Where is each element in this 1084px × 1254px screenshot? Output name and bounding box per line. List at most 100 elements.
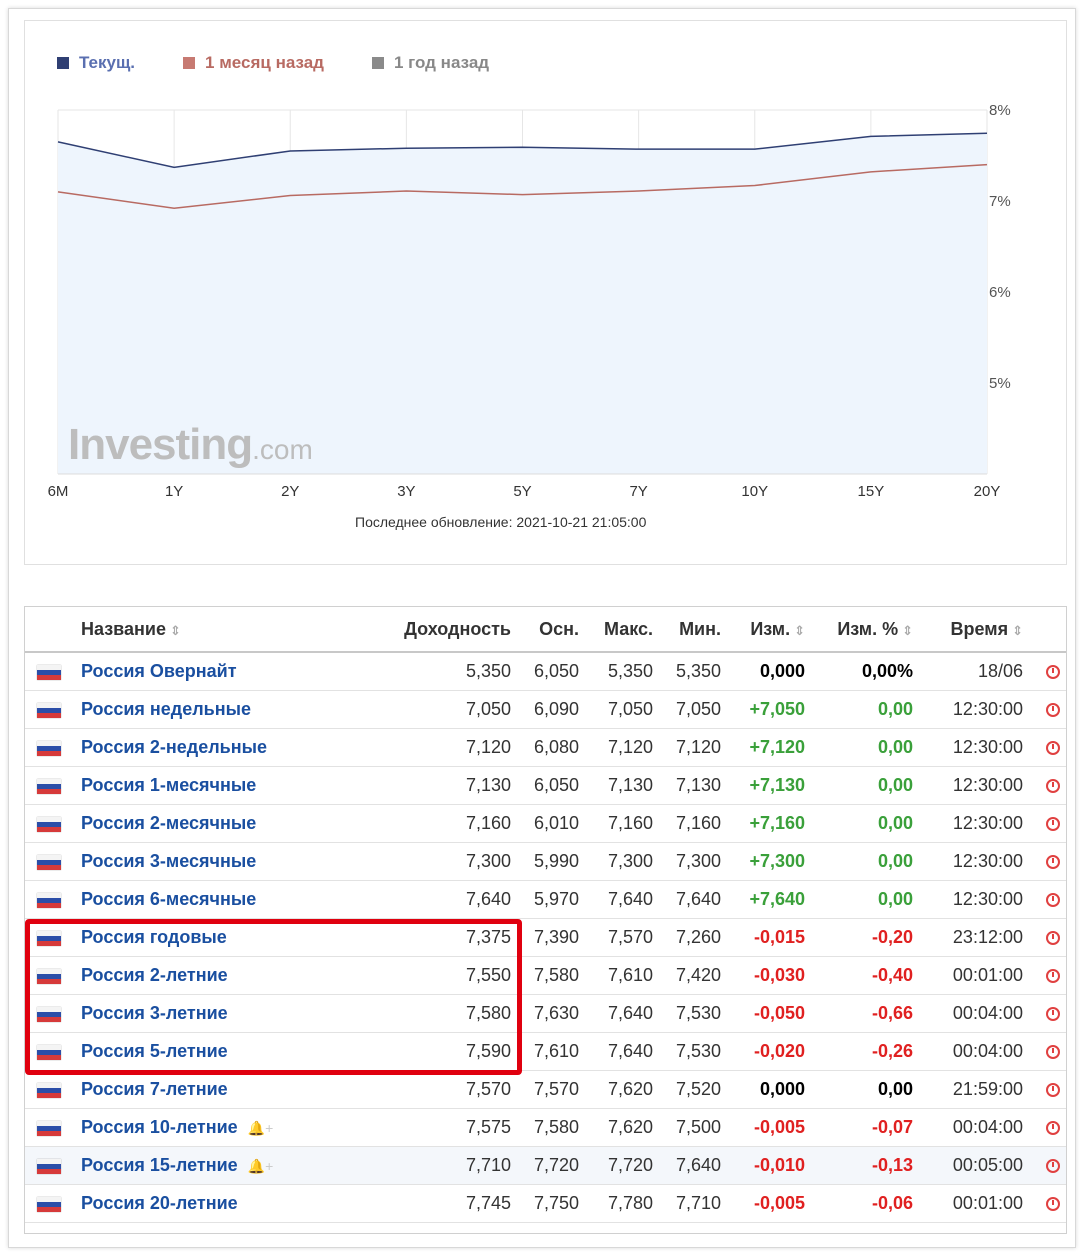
chg-cell: +7,160 bbox=[727, 804, 811, 843]
clock-icon[interactable] bbox=[1046, 855, 1060, 870]
clock-icon[interactable] bbox=[1046, 665, 1060, 680]
time-cell: 12:30:00 bbox=[919, 880, 1029, 919]
table-row[interactable]: Россия 6-месячные 7,640 5,970 7,640 7,640 +7,… bbox=[25, 880, 1066, 919]
clock-icon[interactable] bbox=[1046, 1007, 1060, 1022]
table-row[interactable]: Россия 7-летние 7,570 7,570 7,620 7,520 0,000… bbox=[25, 1070, 1066, 1109]
chg-cell: 0,000 bbox=[727, 652, 811, 691]
bond-name-link[interactable]: Россия 7-летние bbox=[81, 1079, 228, 1099]
header-name[interactable]: Название ⇕ bbox=[81, 607, 321, 653]
yield-cell: 7,550 bbox=[321, 956, 517, 995]
bond-name-cell: Россия 20-летние bbox=[81, 1184, 321, 1223]
header-yield[interactable]: Доходность bbox=[321, 607, 517, 653]
flag-cell bbox=[25, 1032, 81, 1071]
bond-name-link[interactable]: Россия недельные bbox=[81, 699, 251, 719]
bond-name-link[interactable]: Россия годовые bbox=[81, 927, 227, 947]
chg-pct-cell: -0,06 bbox=[811, 1184, 919, 1223]
table-row[interactable]: Россия 3-месячные 7,300 5,990 7,300 7,300 +7,… bbox=[25, 842, 1066, 881]
clock-icon[interactable] bbox=[1046, 1159, 1060, 1174]
clock-cell bbox=[1029, 918, 1066, 957]
clock-icon[interactable] bbox=[1046, 741, 1060, 756]
yield-cell: 7,590 bbox=[321, 1032, 517, 1071]
table-row[interactable]: Россия годовые 7,375 7,390 7,570 7,260 -0,015… bbox=[25, 918, 1066, 957]
bond-name-link[interactable]: Россия 10-летние bbox=[81, 1117, 238, 1137]
chg-cell: -0,005 bbox=[727, 1108, 811, 1147]
table-row[interactable]: Россия 1-месячные 7,130 6,050 7,130 7,130 +7,… bbox=[25, 766, 1066, 805]
clock-icon[interactable] bbox=[1046, 817, 1060, 832]
yield-cell: 5,350 bbox=[321, 652, 517, 691]
yield-cell: 7,575 bbox=[321, 1108, 517, 1147]
russia-flag-icon bbox=[37, 1082, 61, 1098]
clock-icon[interactable] bbox=[1046, 1121, 1060, 1136]
clock-icon[interactable] bbox=[1046, 931, 1060, 946]
bond-name-link[interactable]: Россия 3-летние bbox=[81, 1003, 228, 1023]
table-row[interactable]: Россия 20-летние 7,745 7,750 7,780 7,710 -0,0… bbox=[25, 1184, 1066, 1223]
bond-name-link[interactable]: Россия 2-летние bbox=[81, 965, 228, 985]
chg-pct-cell: -0,26 bbox=[811, 1032, 919, 1071]
bond-name-link[interactable]: Россия 2-месячные bbox=[81, 813, 256, 833]
clock-cell bbox=[1029, 690, 1066, 729]
high-cell: 7,640 bbox=[585, 880, 659, 919]
chg-pct-cell: -0,20 bbox=[811, 918, 919, 957]
bond-name-link[interactable]: Россия 1-месячные bbox=[81, 775, 256, 795]
low-cell: 7,520 bbox=[659, 1070, 727, 1109]
russia-flag-icon bbox=[37, 1006, 61, 1022]
sort-icon[interactable]: ⇕ bbox=[1012, 623, 1023, 638]
time-cell: 12:30:00 bbox=[919, 842, 1029, 881]
sort-icon[interactable]: ⇕ bbox=[170, 623, 181, 638]
bond-name-cell: Россия 6-месячные bbox=[81, 880, 321, 919]
clock-icon[interactable] bbox=[1046, 969, 1060, 984]
clock-icon[interactable] bbox=[1046, 703, 1060, 718]
sort-icon[interactable]: ⇕ bbox=[794, 623, 805, 638]
add-alert-bell-icon[interactable]: 🔔+ bbox=[248, 1120, 274, 1136]
clock-icon[interactable] bbox=[1046, 1045, 1060, 1060]
header-prev[interactable]: Осн. bbox=[517, 607, 585, 653]
bond-name-link[interactable]: Россия 6-месячные bbox=[81, 889, 256, 909]
table-row[interactable]: Россия 15-летние 🔔+ 7,710 7,720 7,720 7,640 -0… bbox=[25, 1146, 1066, 1185]
bond-name-link[interactable]: Россия 3-месячные bbox=[81, 851, 256, 871]
flag-cell bbox=[25, 956, 81, 995]
sort-icon[interactable]: ⇕ bbox=[902, 623, 913, 638]
clock-icon[interactable] bbox=[1046, 779, 1060, 794]
clock-icon[interactable] bbox=[1046, 1083, 1060, 1098]
low-cell: 7,530 bbox=[659, 1032, 727, 1071]
header-time[interactable]: Время ⇕ bbox=[919, 607, 1029, 653]
table-row[interactable]: Россия 2-месячные 7,160 6,010 7,160 7,160 +7,… bbox=[25, 804, 1066, 843]
header-chg[interactable]: Изм. ⇕ bbox=[727, 607, 811, 653]
header-high[interactable]: Макс. bbox=[585, 607, 659, 653]
table-row[interactable]: Россия 2-недельные 7,120 6,080 7,120 7,120 +7… bbox=[25, 728, 1066, 767]
clock-cell bbox=[1029, 652, 1066, 691]
time-cell: 00:01:00 bbox=[919, 956, 1029, 995]
low-cell: 7,300 bbox=[659, 842, 727, 881]
flag-cell bbox=[25, 690, 81, 729]
flag-cell bbox=[25, 842, 81, 881]
chg-pct-cell: 0,00 bbox=[811, 766, 919, 805]
yield-cell: 7,710 bbox=[321, 1146, 517, 1185]
table-row[interactable]: Россия Овернайт 5,350 6,050 5,350 5,350 0,000… bbox=[25, 652, 1066, 691]
clock-icon[interactable] bbox=[1046, 1197, 1060, 1212]
table-row[interactable]: Россия 5-летние 7,590 7,610 7,640 7,530 -0,02… bbox=[25, 1032, 1066, 1071]
high-cell: 7,780 bbox=[585, 1184, 659, 1223]
prev-cell: 6,050 bbox=[517, 652, 585, 691]
prev-cell: 7,580 bbox=[517, 956, 585, 995]
table-row[interactable]: Россия 3-летние 7,580 7,630 7,640 7,530 -0,05… bbox=[25, 994, 1066, 1033]
bond-name-link[interactable]: Россия 5-летние bbox=[81, 1041, 228, 1061]
table-row[interactable]: Россия 2-летние 7,550 7,580 7,610 7,420 -0,03… bbox=[25, 956, 1066, 995]
flag-cell bbox=[25, 1070, 81, 1109]
x-tick-label: 20Y bbox=[974, 483, 1001, 500]
table-row[interactable]: Россия 10-летние 🔔+ 7,575 7,580 7,620 7,500 -0… bbox=[25, 1108, 1066, 1147]
bond-name-link[interactable]: Россия 2-недельные bbox=[81, 737, 267, 757]
bond-name-link[interactable]: Россия 15-летние bbox=[81, 1155, 238, 1175]
clock-icon[interactable] bbox=[1046, 893, 1060, 908]
y-tick-label: 5% bbox=[989, 375, 1011, 392]
high-cell: 7,620 bbox=[585, 1070, 659, 1109]
time-cell: 12:30:00 bbox=[919, 728, 1029, 767]
header-chg-pct[interactable]: Изм. % ⇕ bbox=[811, 607, 919, 653]
russia-flag-icon bbox=[37, 1120, 61, 1136]
table-row[interactable]: Россия недельные 7,050 6,090 7,050 7,050 +7,0… bbox=[25, 690, 1066, 729]
header-low[interactable]: Мин. bbox=[659, 607, 727, 653]
high-cell: 7,160 bbox=[585, 804, 659, 843]
high-cell: 7,120 bbox=[585, 728, 659, 767]
add-alert-bell-icon[interactable]: 🔔+ bbox=[248, 1158, 274, 1174]
bond-name-link[interactable]: Россия 20-летние bbox=[81, 1193, 238, 1213]
bond-name-link[interactable]: Россия Овернайт bbox=[81, 661, 237, 681]
